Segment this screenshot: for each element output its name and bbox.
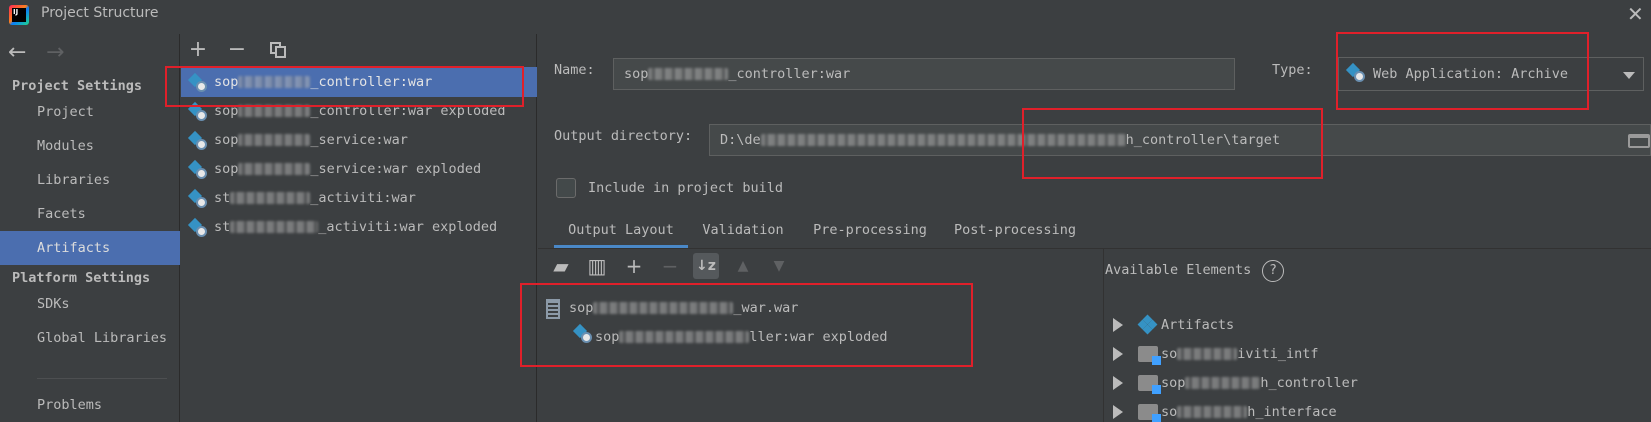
available-item-artifacts[interactable]: Artifacts: [1161, 317, 1234, 333]
remove-element-icon[interactable]: −: [657, 253, 683, 279]
available-item-label: Artifacts: [1161, 317, 1235, 333]
available-item-module[interactable]: so h_interface: [1161, 404, 1337, 420]
annotation-box: [165, 66, 524, 107]
artifacts-group-icon: [1137, 314, 1158, 335]
artifact-item[interactable]: st _activiti:war exploded: [181, 212, 537, 242]
artifact-suffix: _service:war: [310, 132, 408, 148]
redacted-text: [1185, 377, 1261, 389]
chevron-down-icon: [1623, 72, 1635, 79]
sidebar-item-libraries[interactable]: Libraries: [0, 163, 180, 197]
available-item-module[interactable]: sop h_controller: [1161, 375, 1358, 391]
help-icon[interactable]: ?: [1262, 260, 1284, 282]
module-icon: [1138, 375, 1161, 394]
browse-folder-icon[interactable]: [1628, 134, 1650, 148]
tab-pre-processing[interactable]: Pre-processing: [810, 212, 930, 248]
copy-artifact-icon[interactable]: [270, 42, 286, 58]
artifact-prefix: sop: [214, 132, 239, 148]
include-in-build-label: Include in project build: [588, 180, 784, 196]
war-artifact-icon: [187, 188, 207, 208]
redacted-text: [648, 68, 729, 80]
sidebar-item-problems[interactable]: Problems: [0, 388, 180, 422]
create-archive-icon[interactable]: ▥: [584, 253, 610, 279]
available-elements-header: Available Elements: [1105, 262, 1252, 278]
available-item-module[interactable]: so iviti_intf: [1161, 346, 1319, 362]
close-icon[interactable]: ✕: [1627, 4, 1645, 24]
tab-post-processing[interactable]: Post-processing: [950, 212, 1080, 248]
module-prefix: sop: [1161, 375, 1186, 391]
redacted-text: [1177, 348, 1238, 360]
remove-artifact-button[interactable]: −: [225, 38, 249, 62]
module-suffix: h_interface: [1247, 404, 1337, 420]
redacted-text: [238, 163, 311, 175]
add-artifact-button[interactable]: +: [186, 38, 210, 62]
annotation-box: [1336, 32, 1589, 110]
sidebar-item-global-libraries[interactable]: Global Libraries: [0, 321, 180, 355]
war-artifact-icon: [187, 159, 207, 179]
annotation-box: [520, 283, 973, 367]
type-label: Type:: [1272, 62, 1313, 78]
platform-settings-header: Platform Settings: [12, 270, 151, 286]
module-icon: [1138, 404, 1161, 422]
war-artifact-icon: [187, 130, 207, 150]
artifact-prefix: st: [214, 219, 231, 235]
artifact-suffix: _activiti:war: [310, 190, 416, 206]
intellij-logo-icon: IJ: [9, 5, 29, 25]
name-prefix: sop: [624, 66, 649, 82]
war-artifact-icon: [187, 217, 207, 237]
artifact-suffix: _service:war exploded: [310, 161, 482, 177]
name-suffix: _controller:war: [728, 66, 851, 82]
project-settings-header: Project Settings: [12, 78, 143, 94]
redacted-text: [230, 221, 319, 233]
artifact-item[interactable]: sop _service:war: [181, 125, 537, 155]
sidebar-item-sdks[interactable]: SDKs: [0, 287, 180, 321]
create-directory-icon[interactable]: ▰: [548, 253, 574, 279]
add-copy-of-icon[interactable]: +: [621, 253, 647, 279]
output-prefix: D:\de: [720, 132, 761, 148]
logo-text: IJ: [12, 8, 26, 22]
include-in-build-checkbox[interactable]: [556, 178, 576, 198]
artifact-prefix: st: [214, 190, 231, 206]
sort-elements-icon[interactable]: ↓z: [693, 253, 719, 279]
module-prefix: so: [1161, 404, 1178, 420]
annotation-box: [1022, 108, 1323, 179]
expand-icon[interactable]: [1113, 405, 1123, 419]
module-icon: [1138, 346, 1161, 365]
sidebar-item-artifacts[interactable]: Artifacts: [0, 231, 180, 265]
artifact-suffix: _activiti:war exploded: [318, 219, 498, 235]
move-down-icon[interactable]: ▼: [766, 253, 792, 279]
artifact-item[interactable]: st _activiti:war: [181, 183, 537, 213]
window-title: Project Structure: [41, 5, 159, 21]
artifact-prefix: sop: [214, 161, 239, 177]
tab-validation[interactable]: Validation: [698, 212, 788, 248]
settings-sidebar: ← → Project Settings Project Modules Lib…: [0, 34, 180, 422]
expand-icon[interactable]: [1113, 318, 1123, 332]
redacted-text: [230, 192, 311, 204]
redacted-text: [238, 134, 311, 146]
forward-arrow-icon[interactable]: →: [46, 42, 64, 64]
expand-icon[interactable]: [1113, 376, 1123, 390]
title-bar: IJ Project Structure ✕: [0, 0, 1651, 28]
sidebar-divider: [37, 378, 167, 379]
back-arrow-icon[interactable]: ←: [8, 42, 26, 64]
available-elements-pane: Available Elements ? Artifacts so iviti_i…: [1105, 249, 1651, 422]
name-label: Name:: [554, 62, 595, 78]
tab-output-layout[interactable]: Output Layout: [554, 212, 688, 248]
module-suffix: h_controller: [1260, 375, 1358, 391]
output-directory-label: Output directory:: [554, 128, 693, 144]
sidebar-item-facets[interactable]: Facets: [0, 197, 180, 231]
module-prefix: so: [1161, 346, 1178, 362]
module-suffix: iviti_intf: [1237, 346, 1319, 362]
sidebar-item-modules[interactable]: Modules: [0, 129, 180, 163]
expand-icon[interactable]: [1113, 347, 1123, 361]
artifact-item[interactable]: sop _service:war exploded: [181, 154, 537, 184]
redacted-text: [1177, 406, 1248, 418]
move-up-icon[interactable]: ▲: [730, 253, 756, 279]
name-field[interactable]: sop _controller:war: [613, 58, 1235, 90]
sidebar-item-project[interactable]: Project: [0, 95, 180, 129]
